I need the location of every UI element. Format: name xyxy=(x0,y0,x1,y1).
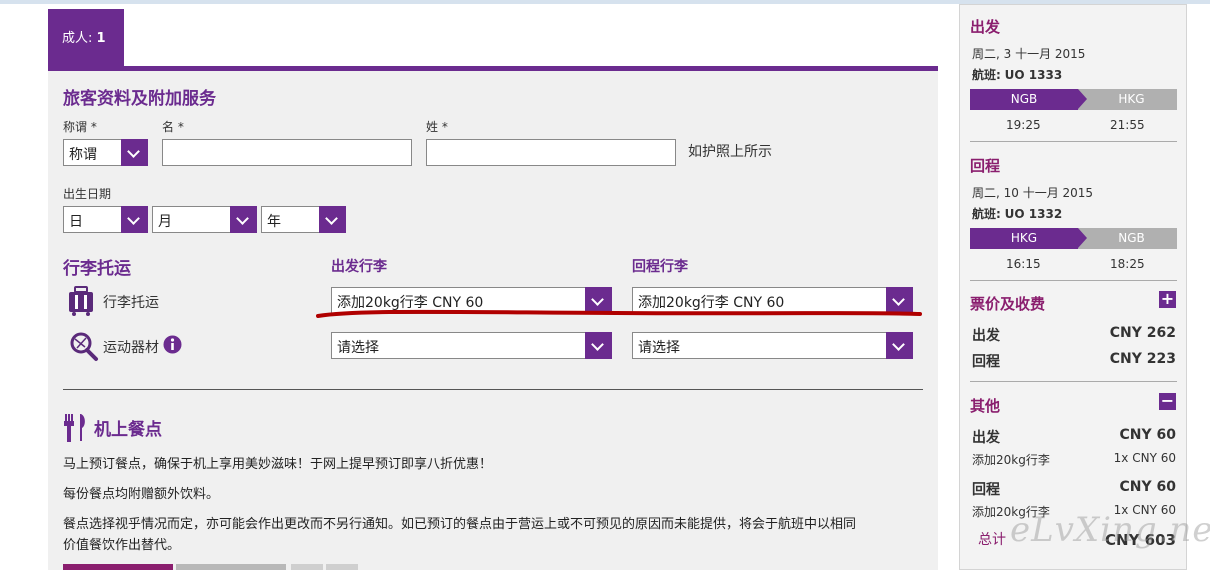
chevron-down-icon xyxy=(319,206,346,233)
return-sports-value: 请选择 xyxy=(638,340,680,356)
meal-option-tab[interactable] xyxy=(291,564,323,570)
surname-label: 姓 * xyxy=(426,120,448,134)
meals-paragraph-1: 马上预订餐点，确保于机上享用美妙滋味！于网上提早预订即享八折优惠！ xyxy=(63,457,493,472)
return-arrival-time: 18:25 xyxy=(1110,257,1145,271)
dob-day-select[interactable]: 日 xyxy=(63,206,148,233)
return-title: 回程 xyxy=(970,157,1001,175)
given-name-input[interactable] xyxy=(162,139,412,166)
outbound-arrival-time: 21:55 xyxy=(1110,118,1145,132)
dob-year-value: 年 xyxy=(267,214,281,230)
meal-option-tab[interactable] xyxy=(63,564,173,570)
return-route: HKG NGB xyxy=(970,228,1177,249)
dob-month-select[interactable]: 月 xyxy=(152,206,257,233)
outbound-origin: NGB xyxy=(970,89,1087,110)
fares-return-value: CNY 223 xyxy=(1109,351,1176,367)
meal-option-tab[interactable] xyxy=(326,564,358,570)
chevron-down-icon xyxy=(585,332,612,359)
chevron-down-icon xyxy=(230,206,257,233)
return-flight-label: 航班: xyxy=(972,207,1001,221)
sidebar-divider xyxy=(970,280,1177,281)
return-date: 周二, 10 十一月 2015 xyxy=(972,186,1094,200)
dob-day-value: 日 xyxy=(69,214,83,230)
minus-icon[interactable]: − xyxy=(1159,393,1176,410)
return-sports-select[interactable]: 请选择 xyxy=(632,332,913,359)
passport-hint: 如护照上所示 xyxy=(688,144,772,160)
tab-adult-count: 1 xyxy=(96,31,106,46)
outbound-date: 周二, 3 十一月 2015 xyxy=(972,47,1086,61)
outbound-sports-value: 请选择 xyxy=(337,340,379,356)
other-title: 其他 xyxy=(970,397,1001,415)
luggage-icon xyxy=(69,286,93,316)
fares-title: 票价及收费 xyxy=(970,295,1046,313)
baggage-section-title: 行李托运 xyxy=(63,259,131,279)
meals-paragraph-3a: 餐点选择视乎情况而定，亦可能会作出更改而不另行通知。如已预订的餐点由于营运上或不… xyxy=(63,517,857,532)
checked-baggage-label: 行李托运 xyxy=(103,295,159,311)
other-outbound-item: 添加20kg行李 xyxy=(972,453,1050,467)
outbound-departure-time: 19:25 xyxy=(1006,118,1041,132)
outbound-destination: HKG xyxy=(1078,89,1177,110)
title-select-value: 称谓 xyxy=(69,147,97,163)
other-return-label: 回程 xyxy=(972,482,1000,498)
dob-year-select[interactable]: 年 xyxy=(261,206,346,233)
meal-option-tab[interactable] xyxy=(176,564,286,570)
passenger-section-title: 旅客资料及附加服务 xyxy=(63,89,216,109)
cutlery-icon xyxy=(64,414,85,442)
tab-adult[interactable]: 成人: 1 xyxy=(48,9,124,67)
total-label: 总计 xyxy=(978,532,1006,548)
return-baggage-header: 回程行李 xyxy=(632,259,688,275)
meals-section-title: 机上餐点 xyxy=(94,420,162,440)
chevron-down-icon xyxy=(886,332,913,359)
outbound-flight: 航班: UO 1333 xyxy=(972,66,1062,83)
dob-month-value: 月 xyxy=(158,214,172,230)
return-destination: NGB xyxy=(1078,228,1177,249)
sidebar-divider xyxy=(970,141,1177,142)
dob-label: 出生日期 xyxy=(63,187,112,201)
outbound-title: 出发 xyxy=(970,18,1001,36)
meals-paragraph-3b: 价值餐饮作出替代。 xyxy=(63,538,181,553)
sidebar-divider xyxy=(970,381,1177,382)
chevron-down-icon xyxy=(121,139,148,166)
outbound-route: NGB HKG xyxy=(970,89,1177,110)
itinerary-sidebar: 出发 周二, 3 十一月 2015 航班: UO 1333 NGB HKG 19… xyxy=(959,4,1187,570)
given-name-label: 名 * xyxy=(162,120,184,134)
plus-icon[interactable]: + xyxy=(1159,291,1176,308)
surname-input[interactable] xyxy=(426,139,676,166)
outbound-baggage-header: 出发行李 xyxy=(331,259,387,275)
return-origin: HKG xyxy=(970,228,1087,249)
meals-paragraph-2: 每份餐点均附赠额外饮料。 xyxy=(63,487,220,502)
fares-outbound-label: 出发 xyxy=(972,328,1000,344)
other-outbound-label: 出发 xyxy=(972,430,1000,446)
title-label: 称谓 * xyxy=(63,120,97,134)
fares-outbound-value: CNY 262 xyxy=(1109,325,1176,341)
sports-equipment-icon xyxy=(70,332,98,361)
chevron-down-icon xyxy=(121,206,148,233)
return-flight: 航班: UO 1332 xyxy=(972,205,1062,222)
other-outbound-value: CNY 60 xyxy=(1119,427,1177,443)
sports-equipment-label: 运动器材 xyxy=(103,340,159,356)
red-annotation-underline xyxy=(316,309,922,318)
outbound-flight-label: 航班: xyxy=(972,68,1001,82)
tab-adult-label: 成人: xyxy=(62,31,97,46)
watermark: eLvXing.net xyxy=(1010,510,1210,550)
info-icon[interactable] xyxy=(163,335,182,354)
return-flight-number: UO 1332 xyxy=(1004,207,1063,221)
other-return-value: CNY 60 xyxy=(1119,479,1177,495)
return-departure-time: 16:15 xyxy=(1006,257,1041,271)
fares-return-label: 回程 xyxy=(972,354,1000,370)
section-divider xyxy=(63,389,923,390)
outbound-flight-number: UO 1333 xyxy=(1004,68,1063,82)
title-select[interactable]: 称谓 xyxy=(63,139,148,166)
outbound-sports-select[interactable]: 请选择 xyxy=(331,332,612,359)
other-outbound-item-qty: 1x CNY 60 xyxy=(1113,451,1176,465)
